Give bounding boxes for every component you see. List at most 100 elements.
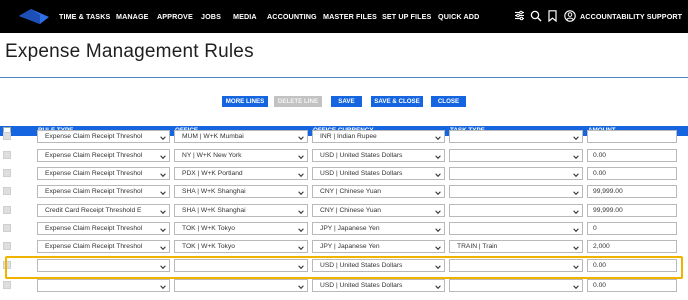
nav-item-media[interactable]: MEDIA: [233, 12, 257, 21]
amount-input[interactable]: 0.00: [587, 167, 677, 180]
user-circle-icon[interactable]: [564, 10, 576, 22]
amount-input[interactable]: 0.00: [587, 149, 677, 162]
chevron-down-icon[interactable]: [435, 244, 441, 252]
row-checkbox[interactable]: [3, 281, 11, 289]
row-checkbox[interactable]: [3, 187, 11, 195]
save-close-button[interactable]: SAVE & CLOSE: [371, 96, 423, 107]
nav-item-approve[interactable]: APPROVE: [157, 12, 193, 21]
user-account-label[interactable]: ACCOUNTABILITY SUPPORT: [580, 12, 682, 21]
chevron-down-icon[interactable]: [298, 171, 304, 179]
task-type-select[interactable]: [449, 204, 583, 217]
office-currency-select[interactable]: JPY | Japanese Yen: [312, 222, 445, 235]
rule-type-select[interactable]: Expense Claim Receipt Threshol: [37, 167, 170, 180]
chevron-down-icon[interactable]: [573, 134, 579, 142]
chevron-down-icon[interactable]: [298, 208, 304, 216]
office-currency-select[interactable]: INR | Indian Rupee: [312, 130, 445, 143]
amount-input[interactable]: 2,000: [587, 240, 677, 253]
task-type-select[interactable]: [449, 279, 583, 292]
office-currency-select[interactable]: CNY | Chinese Yuan: [312, 185, 445, 198]
chevron-down-icon[interactable]: [298, 189, 304, 197]
chevron-down-icon[interactable]: [573, 208, 579, 216]
chevron-down-icon[interactable]: [298, 226, 304, 234]
rule-type-select[interactable]: Expense Claim Receipt Threshol: [37, 240, 170, 253]
chevron-down-icon[interactable]: [160, 283, 166, 291]
nav-item-set-up-files[interactable]: SET UP FILES: [382, 12, 431, 21]
chevron-down-icon[interactable]: [435, 226, 441, 234]
amount-input[interactable]: 0: [587, 222, 677, 235]
row-checkbox[interactable]: [3, 206, 11, 214]
chevron-down-icon[interactable]: [160, 208, 166, 216]
chevron-down-icon[interactable]: [573, 171, 579, 179]
office-select[interactable]: [174, 279, 308, 292]
office-currency-select[interactable]: USD | United States Dollars: [312, 279, 445, 292]
chevron-down-icon[interactable]: [573, 189, 579, 197]
office-select[interactable]: SHA | W+K Shanghai: [174, 204, 308, 217]
amount-input[interactable]: 99,999.00: [587, 185, 677, 198]
amount-input[interactable]: 0.00: [587, 279, 677, 292]
chevron-down-icon[interactable]: [298, 283, 304, 291]
task-type-select[interactable]: TRAIN | Train: [449, 240, 583, 253]
close-button[interactable]: CLOSE: [431, 96, 466, 107]
chevron-down-icon[interactable]: [160, 134, 166, 142]
task-type-select[interactable]: [449, 222, 583, 235]
row-checkbox[interactable]: [3, 242, 11, 250]
nav-item-jobs[interactable]: JOBS: [201, 12, 221, 21]
row-checkbox[interactable]: [3, 151, 11, 159]
nav-item-master-files[interactable]: MASTER FILES: [323, 12, 377, 21]
rule-type-select[interactable]: [37, 279, 170, 292]
rule-type-select[interactable]: Credit Card Receipt Threshold E: [37, 204, 170, 217]
rule-type-select[interactable]: Expense Claim Receipt Threshol: [37, 149, 170, 162]
task-type-select[interactable]: [449, 130, 583, 143]
nav-item-accounting[interactable]: ACCOUNTING: [267, 12, 317, 21]
office-currency-select[interactable]: USD | United States Dollars: [312, 167, 445, 180]
bookmark-icon[interactable]: [548, 10, 557, 22]
chevron-down-icon[interactable]: [435, 208, 441, 216]
delete-line-button[interactable]: DELETE LINE: [274, 96, 322, 107]
chevron-down-icon[interactable]: [160, 226, 166, 234]
amount-input[interactable]: [587, 130, 677, 143]
row-checkbox[interactable]: [3, 169, 11, 177]
office-select[interactable]: TOK | W+K Tokyo: [174, 222, 308, 235]
chevron-down-icon[interactable]: [435, 134, 441, 142]
chevron-down-icon[interactable]: [298, 153, 304, 161]
chevron-down-icon[interactable]: [573, 226, 579, 234]
sliders-icon[interactable]: [514, 10, 525, 21]
nav-item-quick-add[interactable]: QUICK ADD: [438, 12, 479, 21]
save-button[interactable]: SAVE: [331, 96, 362, 107]
chevron-down-icon[interactable]: [160, 171, 166, 179]
task-type-select[interactable]: [449, 185, 583, 198]
task-type-select[interactable]: [449, 149, 583, 162]
office-select[interactable]: PDX | W+K Portland: [174, 167, 308, 180]
chevron-down-icon[interactable]: [573, 244, 579, 252]
more-lines-button[interactable]: MORE LINES: [222, 96, 268, 107]
chevron-down-icon[interactable]: [573, 153, 579, 161]
task-type-select[interactable]: [449, 167, 583, 180]
office-select[interactable]: NY | W+K New York: [174, 149, 308, 162]
chevron-down-icon[interactable]: [298, 244, 304, 252]
nav-item-time-tasks[interactable]: TIME & TASKS: [59, 12, 110, 21]
office-currency-select[interactable]: JPY | Japanese Yen: [312, 240, 445, 253]
nav-item-manage[interactable]: MANAGE: [116, 12, 149, 21]
office-currency-select[interactable]: USD | United States Dollars: [312, 149, 445, 162]
amount-input[interactable]: 99,999.00: [587, 204, 677, 217]
office-select[interactable]: TOK | W+K Tokyo: [174, 240, 308, 253]
chevron-down-icon[interactable]: [160, 153, 166, 161]
chevron-down-icon[interactable]: [298, 134, 304, 142]
chevron-down-icon[interactable]: [435, 189, 441, 197]
office-select[interactable]: MUM | W+K Mumbai: [174, 130, 308, 143]
rule-type-select[interactable]: Expense Claim Receipt Threshol: [37, 222, 170, 235]
row-checkbox[interactable]: [3, 224, 11, 232]
rule-type-select[interactable]: Expense Claim Receipt Threshol: [37, 130, 170, 143]
diamond-logo-icon[interactable]: [19, 9, 49, 24]
chevron-down-icon[interactable]: [435, 171, 441, 179]
office-select[interactable]: SHA | W+K Shanghai: [174, 185, 308, 198]
chevron-down-icon[interactable]: [573, 283, 579, 291]
chevron-down-icon[interactable]: [160, 244, 166, 252]
office-currency-select[interactable]: CNY | Chinese Yuan: [312, 204, 445, 217]
search-icon[interactable]: [530, 10, 542, 22]
rule-type-select[interactable]: Expense Claim Receipt Threshol: [37, 185, 170, 198]
row-checkbox[interactable]: [3, 132, 11, 140]
chevron-down-icon[interactable]: [160, 189, 166, 197]
chevron-down-icon[interactable]: [435, 283, 441, 291]
chevron-down-icon[interactable]: [435, 153, 441, 161]
